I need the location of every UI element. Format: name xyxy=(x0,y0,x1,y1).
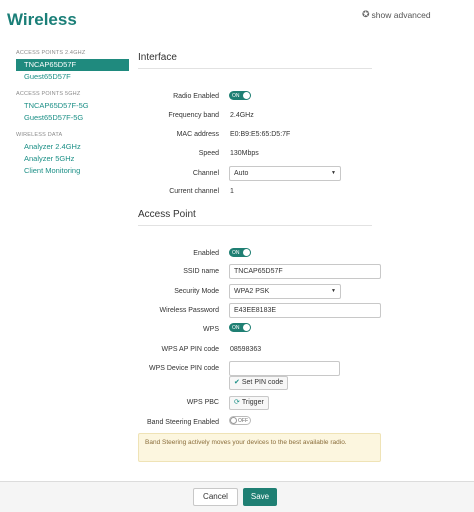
check-circle-icon: ✔ xyxy=(234,379,240,386)
ssid-label: SSID name xyxy=(183,268,219,275)
gear-icon: ✪ xyxy=(362,9,370,19)
sidebar-header-ap-5: ACCESS POINTS 5GHZ xyxy=(16,91,81,97)
wps-device-pin-input[interactable] xyxy=(229,361,340,376)
show-advanced-label: show advanced xyxy=(371,9,431,20)
interface-section-title: Interface xyxy=(138,52,177,63)
set-pin-code-button[interactable]: ✔ Set PIN code xyxy=(229,376,289,390)
page-title: Wireless xyxy=(7,10,77,29)
set-pin-code-label: Set PIN code xyxy=(241,379,284,386)
wireless-password-input[interactable]: E43EE8183E xyxy=(229,303,381,318)
security-mode-selected-value: WPA2 PSK xyxy=(234,288,270,295)
band-steering-state: OFF xyxy=(238,418,248,424)
toggle-knob xyxy=(243,249,250,256)
sidebar: ACCESS POINTS 2.4GHZ TNCAP65D57F Guest65… xyxy=(16,48,129,177)
channel-select[interactable]: Auto ▼ xyxy=(229,166,341,181)
ap-enabled-state: ON xyxy=(232,249,240,256)
sidebar-item-analyzer-5[interactable]: Analyzer 5GHz xyxy=(16,153,129,165)
wps-device-pin-label: WPS Device PIN code xyxy=(148,365,219,372)
sidebar-item-guest-5[interactable]: Guest65D57F-5G xyxy=(16,112,129,124)
trigger-button[interactable]: ⟳ Trigger xyxy=(229,396,269,410)
sidebar-item-client-monitoring[interactable]: Client Monitoring xyxy=(16,165,129,177)
wps-label: WPS xyxy=(203,326,219,333)
show-advanced-link[interactable]: ✪ show advanced xyxy=(362,9,431,20)
wireless-password-label: Wireless Password xyxy=(159,307,219,314)
toggle-knob xyxy=(243,92,250,99)
wps-ap-pin-label: WPS AP PIN code xyxy=(161,346,219,353)
sidebar-item-tncap-5[interactable]: TNCAP65D57F-5G xyxy=(16,100,129,112)
speed-value: 130Mbps xyxy=(230,150,259,157)
wps-state: ON xyxy=(232,324,240,331)
radio-enabled-label: Radio Enabled xyxy=(173,93,219,100)
speed-label: Speed xyxy=(198,150,219,157)
trigger-label: Trigger xyxy=(241,399,264,406)
cancel-button[interactable]: Cancel xyxy=(193,488,238,506)
sidebar-item-guest-24[interactable]: Guest65D57F xyxy=(16,71,129,83)
mac-address-label: MAC address xyxy=(176,131,219,138)
mac-address-value: E0:B9:E5:65:D5:7F xyxy=(230,131,291,138)
current-channel-label: Current channel xyxy=(169,188,219,195)
wps-toggle[interactable]: ON xyxy=(229,323,251,332)
sidebar-header-wireless-data: WIRELESS DATA xyxy=(16,132,63,138)
caret-down-icon: ▼ xyxy=(331,288,336,294)
wps-pbc-label: WPS PBC xyxy=(186,399,219,406)
band-steering-toggle[interactable]: OFF xyxy=(229,416,251,425)
ssid-input[interactable]: TNCAP65D57F xyxy=(229,264,381,279)
toggle-knob xyxy=(243,324,250,331)
radio-enabled-state: ON xyxy=(232,92,240,99)
band-steering-label: Band Steering Enabled xyxy=(147,419,219,426)
refresh-icon: ⟳ xyxy=(234,399,240,406)
save-button[interactable]: Save xyxy=(243,488,277,506)
access-point-section-title: Access Point xyxy=(138,209,196,220)
security-mode-select[interactable]: WPA2 PSK ▼ xyxy=(229,284,341,299)
access-point-divider xyxy=(138,225,372,226)
radio-enabled-toggle[interactable]: ON xyxy=(229,91,251,100)
frequency-band-label: Frequency band xyxy=(168,112,219,119)
caret-down-icon: ▼ xyxy=(331,170,336,176)
sidebar-item-analyzer-24[interactable]: Analyzer 2.4GHz xyxy=(16,141,129,153)
current-channel-value: 1 xyxy=(230,188,234,195)
channel-label: Channel xyxy=(192,170,219,177)
band-steering-notice: Band Steering actively moves your device… xyxy=(138,433,381,462)
ap-enabled-label: Enabled xyxy=(193,250,219,257)
security-mode-label: Security Mode xyxy=(174,288,219,295)
channel-selected-value: Auto xyxy=(234,170,249,177)
interface-divider xyxy=(138,68,372,69)
frequency-band-value: 2.4GHz xyxy=(230,112,254,119)
wps-ap-pin-value: 08598363 xyxy=(230,346,262,353)
sidebar-header-ap-24: ACCESS POINTS 2.4GHZ xyxy=(16,50,86,56)
sidebar-item-tncap-24[interactable]: TNCAP65D57F xyxy=(16,59,129,71)
toggle-knob xyxy=(230,417,237,424)
ap-enabled-toggle[interactable]: ON xyxy=(229,248,251,257)
